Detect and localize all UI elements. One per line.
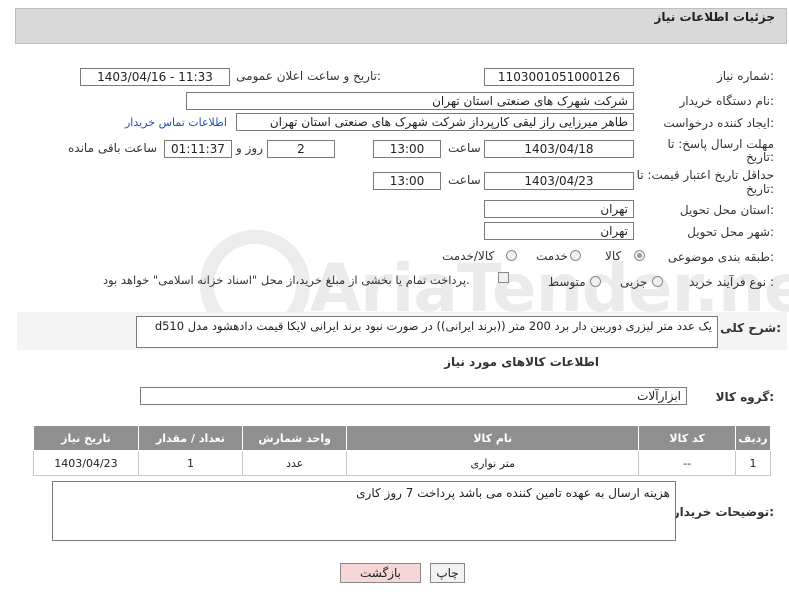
buyer-label: نام دستگاه خریدار: — [679, 94, 775, 108]
validity-time-label: ساعت — [448, 173, 481, 187]
row-date-cell: 1403/04/23 — [33, 450, 139, 476]
goods-table-header-row: تاریخ نیاز تعداد / مقدار واحد شمارش نام … — [33, 425, 771, 451]
goods-group-label: گروه کالا: — [715, 390, 774, 404]
buyer-notes-textarea[interactable]: هزینه ارسال به عهده تامین کننده می باشد … — [52, 481, 676, 541]
process-medium-label: متوسط — [548, 275, 586, 289]
process-minor-radio[interactable] — [652, 276, 663, 287]
validity-date-field: 1403/04/23 — [484, 172, 634, 190]
category-label: طبقه بندی موضوعی: — [667, 250, 774, 264]
print-button[interactable]: چاپ — [430, 563, 465, 583]
back-button[interactable]: بازگشت — [340, 563, 421, 583]
row-unit-cell: عدد — [241, 450, 348, 476]
col-row-header: ردیف — [735, 425, 771, 451]
goods-section-title: اطلاعات کالاهای مورد نیاز — [444, 355, 599, 369]
goods-table: تاریخ نیاز تعداد / مقدار واحد شمارش نام … — [33, 425, 771, 476]
table-row: 1403/04/23 1 عدد متر نواری -- 1 — [33, 450, 771, 476]
validity-time-field: 13:00 — [373, 172, 441, 190]
days-count-field: 2 — [267, 140, 335, 158]
need-number-label: شماره نیاز: — [716, 69, 774, 83]
validity-label-line1: حداقل تاریخ اعتبار قیمت: تا — [636, 168, 774, 182]
deadline-label-line1: مهلت ارسال پاسخ: تا — [667, 137, 774, 151]
announce-field: 1403/04/16 - 11:33 — [80, 68, 230, 86]
province-label: استان محل تحویل: — [679, 203, 774, 217]
col-date-header: تاریخ نیاز — [33, 425, 139, 451]
buyer-field: شرکت شهرک های صنعتی استان تهران — [186, 92, 634, 110]
treasury-payment-checkbox[interactable] — [498, 272, 509, 283]
row-qty-cell: 1 — [137, 450, 243, 476]
row-code-cell: -- — [638, 450, 737, 476]
category-goods-radio[interactable] — [634, 250, 645, 261]
validity-label-line2: تاریخ: — [746, 182, 774, 196]
description-textarea[interactable]: یک عدد متر لیزری دوربین دار برد 200 متر … — [136, 316, 718, 348]
category-service-label: خدمت — [536, 249, 568, 263]
province-field: تهران — [484, 200, 634, 218]
col-name-header: نام کالا — [346, 425, 640, 451]
category-goods-label: کالا — [605, 249, 622, 263]
need-number-field: 1103001051000126 — [484, 68, 634, 86]
col-code-header: کد کالا — [638, 425, 737, 451]
page-title: جزئیات اطلاعات نیاز — [654, 10, 775, 24]
col-unit-header: واحد شمارش — [241, 425, 348, 451]
days-label: روز و — [236, 141, 263, 155]
category-both-radio[interactable] — [506, 250, 517, 261]
city-label: شهر محل تحویل: — [687, 225, 774, 239]
deadline-time-field: 13:00 — [373, 140, 441, 158]
col-qty-header: تعداد / مقدار — [137, 425, 243, 451]
buyer-contact-link[interactable]: اطلاعات تماس خریدار — [125, 116, 227, 129]
deadline-date-field: 1403/04/18 — [484, 140, 634, 158]
process-label: نوع فرآیند خرید : — [689, 275, 774, 289]
announce-label: تاریخ و ساعت اعلان عمومی: — [236, 69, 381, 83]
process-minor-label: جزیی — [620, 275, 648, 289]
city-field: تهران — [484, 222, 634, 240]
row-name-cell: متر نواری — [346, 450, 640, 476]
process-medium-radio[interactable] — [590, 276, 601, 287]
remaining-time-field: 01:11:37 — [164, 140, 232, 158]
category-both-label: کالا/خدمت — [442, 249, 495, 263]
deadline-time-label: ساعت — [448, 141, 481, 155]
creator-label: ایجاد کننده درخواست: — [663, 116, 774, 130]
category-service-radio[interactable] — [570, 250, 581, 261]
treasury-payment-note: پرداخت تمام یا بخشی از مبلغ خرید،از محل … — [103, 273, 470, 287]
deadline-label-line2: تاریخ: — [746, 150, 774, 164]
goods-group-field: ابزارآلات — [140, 387, 687, 405]
buyer-notes-label: توضیحات خریدار: — [672, 505, 774, 519]
remaining-label: ساعت باقی مانده — [68, 141, 158, 155]
row-number-cell: 1 — [735, 450, 771, 476]
creator-field: طاهر میرزایی راز لیقی کارپرداز شرکت شهرک… — [236, 113, 634, 131]
